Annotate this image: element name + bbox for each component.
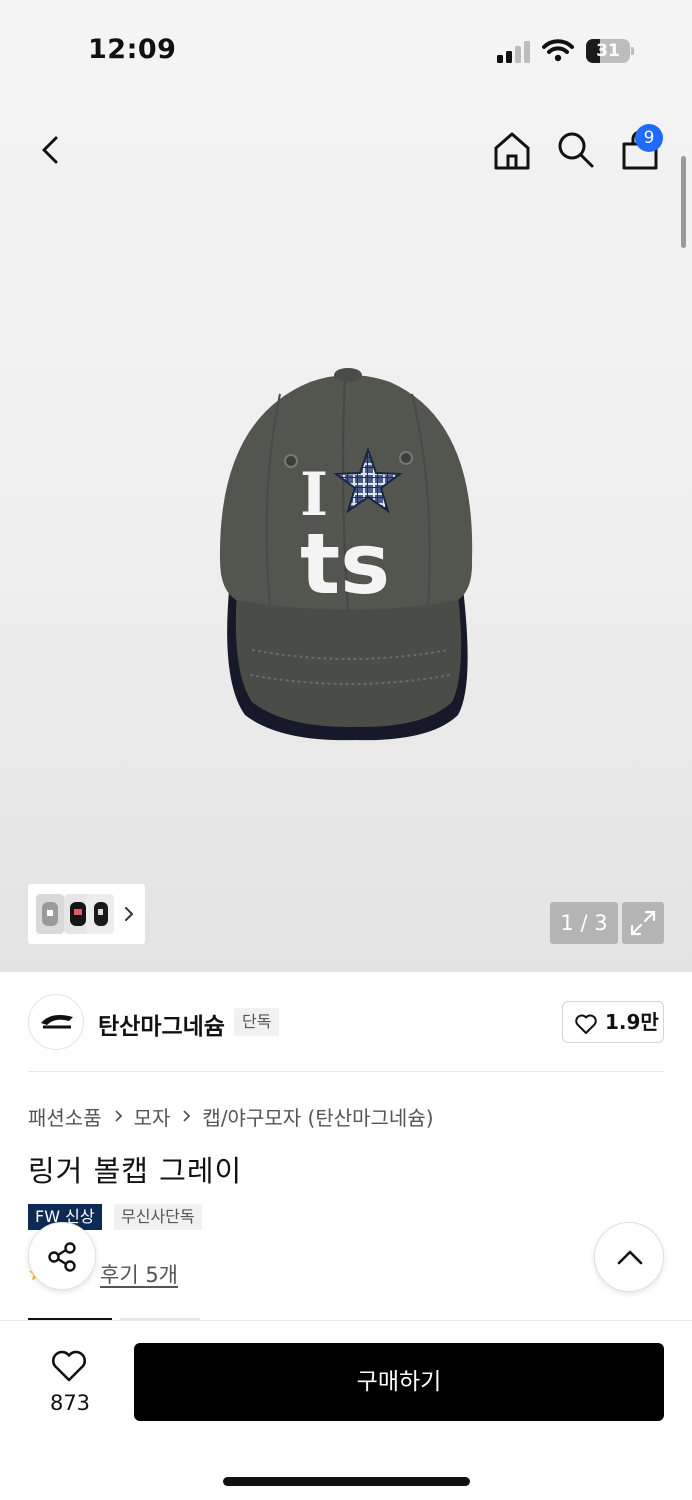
exclusive-tag: 단독: [234, 1008, 280, 1036]
breadcrumb: 패션소품 모자 캡/야구모자 (탄산마그네슘): [28, 1102, 434, 1130]
scroll-to-top-button[interactable]: [594, 1222, 664, 1292]
signal-icon: [497, 41, 530, 63]
brand-logo[interactable]: [28, 994, 84, 1050]
back-icon[interactable]: [32, 130, 68, 170]
status-time: 12:09: [88, 34, 177, 65]
fullscreen-button[interactable]: [622, 902, 664, 944]
battery-icon: 31: [586, 39, 634, 63]
chevron-up-icon: [617, 1250, 643, 1265]
review-link[interactable]: 후기 5개: [100, 1259, 178, 1289]
brand-like-button[interactable]: 1.9만: [562, 1001, 664, 1043]
thumbnail-strip[interactable]: [28, 884, 145, 944]
wifi-icon: [542, 39, 574, 62]
wishlist-button[interactable]: 873: [30, 1345, 110, 1419]
brand-like-count: 1.9만: [605, 1010, 659, 1034]
expand-icon: [630, 910, 656, 936]
breadcrumb-item[interactable]: 모자: [134, 1102, 171, 1131]
share-icon: [48, 1242, 76, 1272]
chevron-right-icon: [182, 1109, 192, 1123]
scrollbar[interactable]: [681, 156, 686, 248]
breadcrumb-item[interactable]: 패션소품: [28, 1102, 102, 1131]
heart-icon: [575, 1014, 597, 1034]
share-button[interactable]: [28, 1222, 96, 1290]
search-icon[interactable]: [554, 128, 596, 170]
home-indicator: [223, 1477, 470, 1486]
chevron-right-icon: [114, 1109, 124, 1123]
musinsa-exclusive-tag: 무신사단독: [114, 1204, 202, 1230]
product-image[interactable]: I ts: [190, 350, 500, 760]
cart-count-badge: 9: [635, 124, 663, 152]
image-counter: 1 / 3: [550, 902, 618, 944]
breadcrumb-item[interactable]: 캡/야구모자 (탄산마그네슘): [202, 1102, 433, 1131]
svg-text:ts: ts: [300, 515, 390, 613]
home-icon[interactable]: [490, 128, 534, 172]
bottom-action-bar: 873 구매하기: [0, 1320, 692, 1500]
heart-icon: [52, 1350, 86, 1382]
thumbnail-3[interactable]: [86, 894, 114, 934]
brand-name[interactable]: 탄산마그네슘: [98, 1007, 225, 1041]
divider: [28, 1071, 664, 1072]
top-navigation: [0, 110, 692, 190]
thumbnail-1[interactable]: [36, 894, 64, 934]
product-title: 링거 볼캡 그레이: [28, 1154, 243, 1188]
battery-level: 31: [596, 41, 620, 61]
chevron-right-icon[interactable]: [120, 900, 138, 928]
status-bar: 12:09 31: [0, 0, 692, 100]
wishlist-count: 873: [49, 1391, 91, 1415]
buy-button[interactable]: 구매하기: [134, 1343, 664, 1421]
